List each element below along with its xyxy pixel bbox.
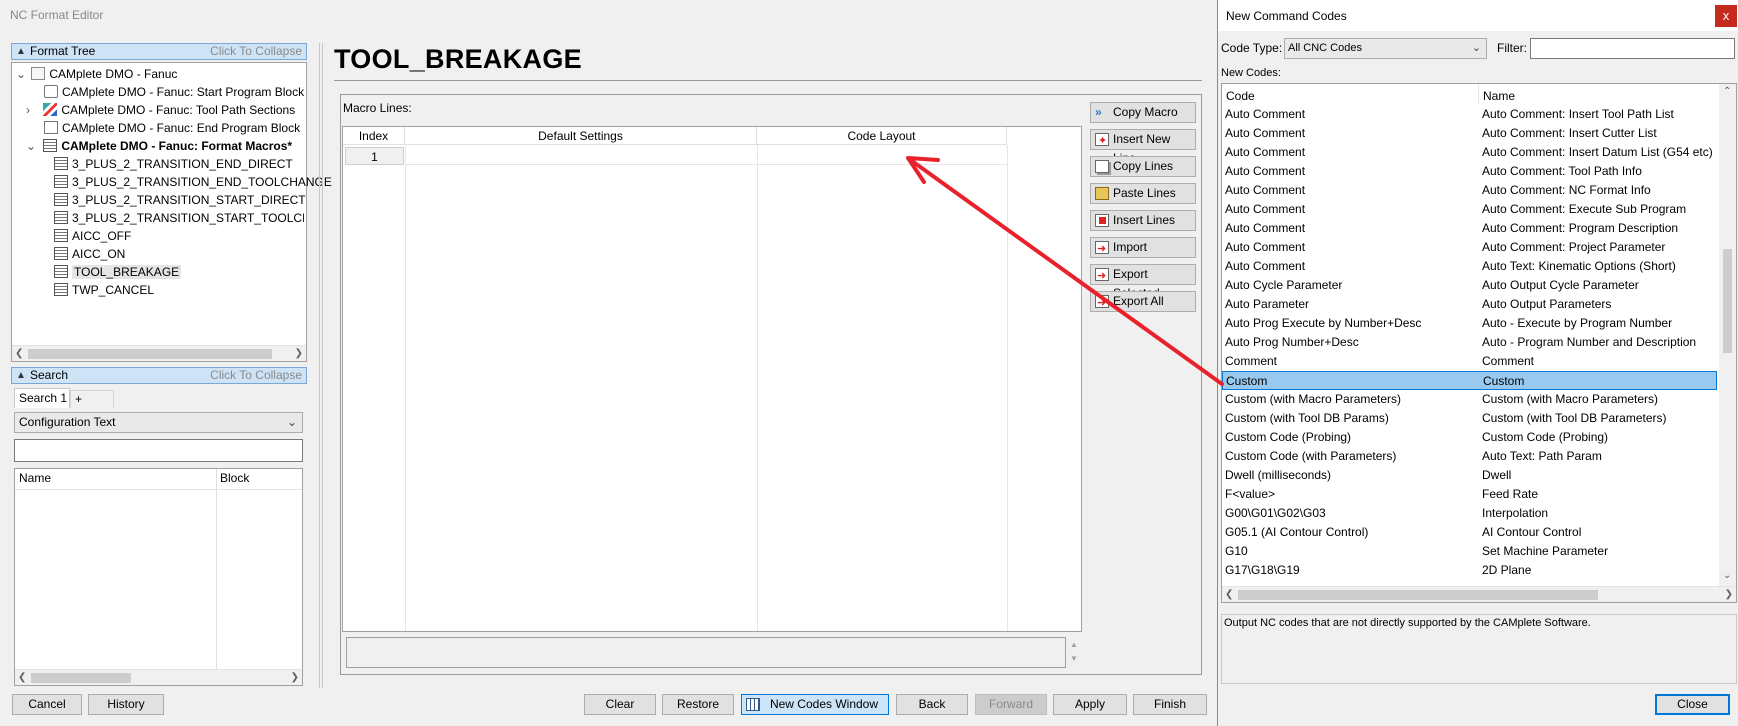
annotation-arrow-line	[910, 159, 1224, 386]
annotation-arrow	[906, 156, 1224, 386]
